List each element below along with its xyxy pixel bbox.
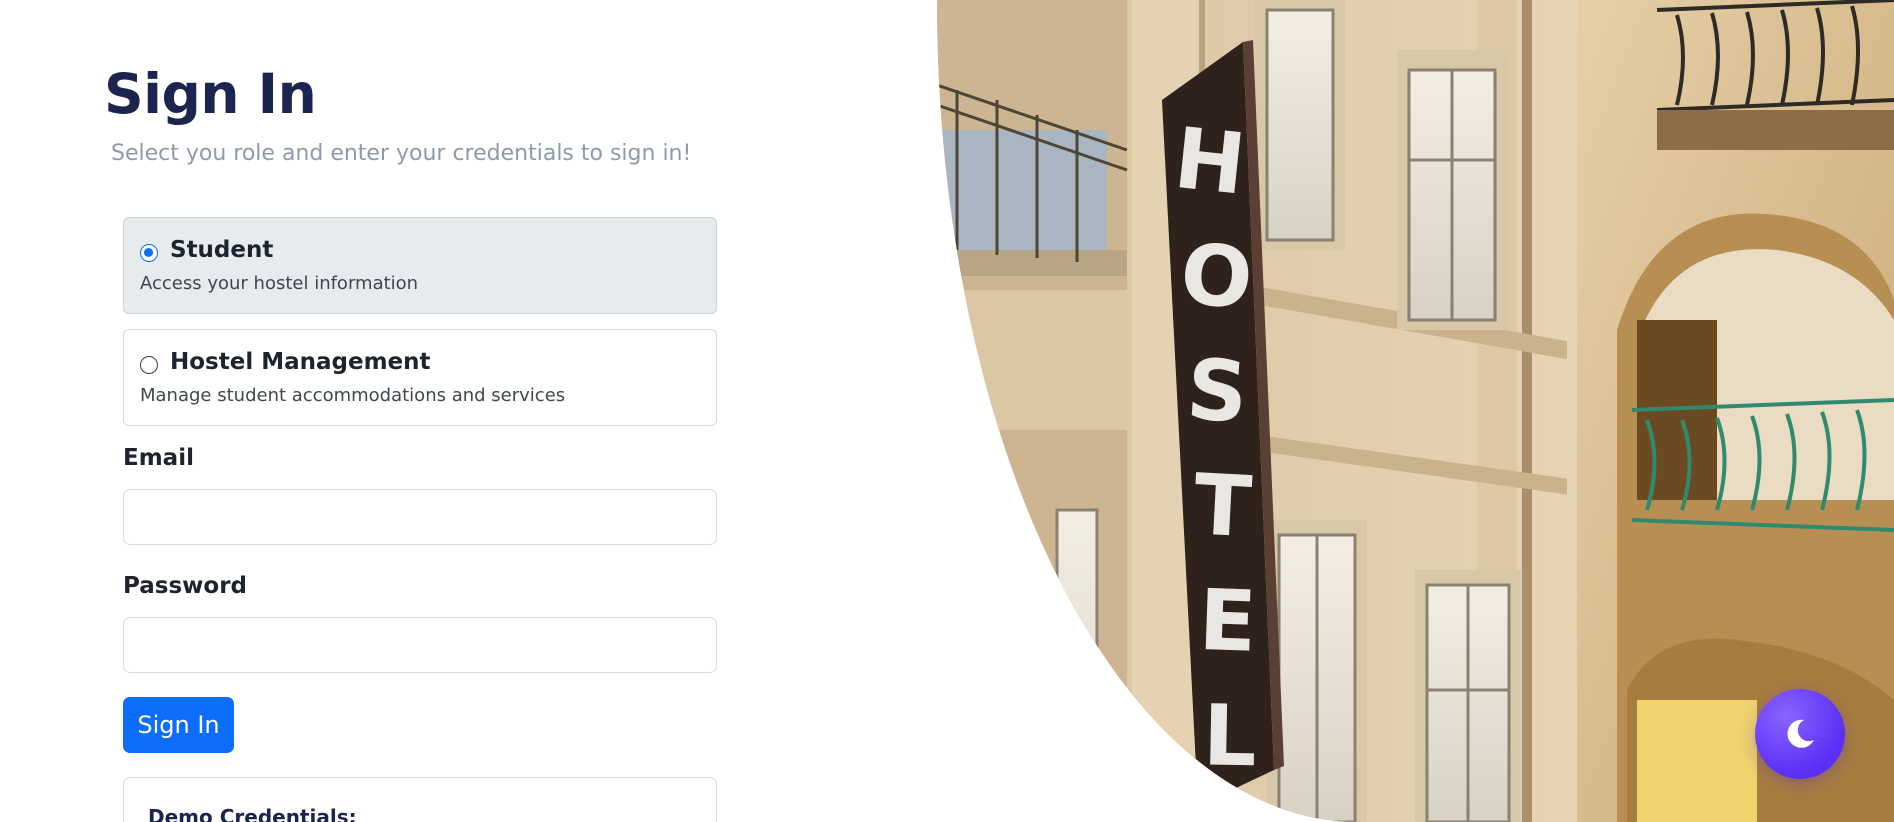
email-field[interactable] <box>123 489 717 545</box>
page-title: Sign In <box>104 62 317 126</box>
sign-letter: T <box>1191 455 1253 556</box>
page-subtitle: Select you role and enter your credentia… <box>111 141 692 166</box>
sign-letter: L <box>1202 686 1257 785</box>
hostel-building-photo: H O S T E L <box>937 0 1894 822</box>
sign-in-button[interactable]: Sign In <box>123 697 234 753</box>
sign-letter: O <box>1177 224 1257 328</box>
moon-icon <box>1787 719 1814 748</box>
demo-credentials-title: Demo Credentials: <box>148 805 357 822</box>
role-description: Manage student accommodations and servic… <box>140 385 566 406</box>
sign-in-page: Sign In Select you role and enter your c… <box>0 0 1894 822</box>
sign-letter: H <box>1170 109 1250 214</box>
role-option-student[interactable]: Student Access your hostel information <box>123 217 717 314</box>
role-description: Access your hostel information <box>140 273 419 294</box>
role-name: Student <box>170 237 274 263</box>
hostel-management-radio[interactable] <box>140 356 158 374</box>
demo-credentials-box: Demo Credentials: <box>123 777 717 822</box>
sign-in-panel: Sign In Select you role and enter your c… <box>0 0 937 822</box>
sign-letter: S <box>1184 340 1251 442</box>
password-field[interactable] <box>123 617 717 673</box>
sign-letter: E <box>1197 571 1258 671</box>
email-label: Email <box>123 445 194 471</box>
role-name: Hostel Management <box>170 349 431 375</box>
password-label: Password <box>123 573 247 599</box>
hostel-illustration: H O S T E L <box>937 0 1894 822</box>
theme-toggle-button[interactable] <box>1755 689 1845 779</box>
student-radio[interactable] <box>140 244 158 262</box>
role-option-hostel-management[interactable]: Hostel Management Manage student accommo… <box>123 329 717 426</box>
